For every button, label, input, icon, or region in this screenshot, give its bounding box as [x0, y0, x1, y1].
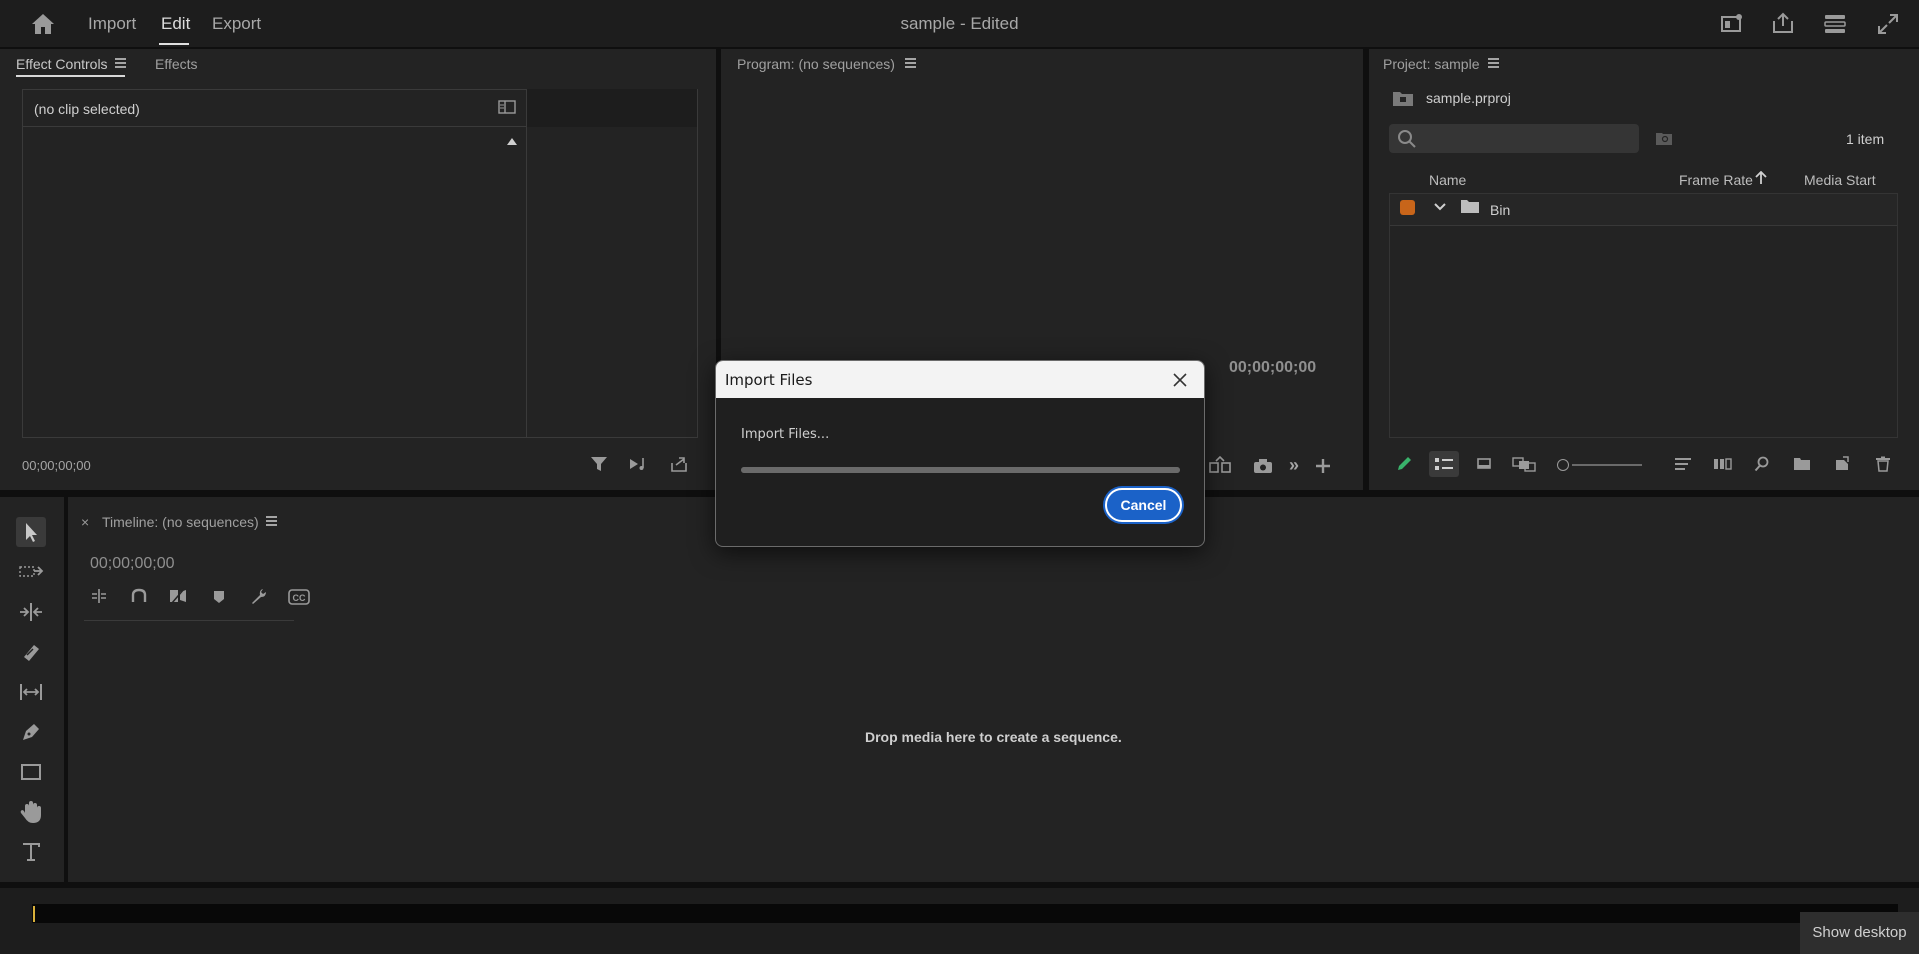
- effect-controls-timecode[interactable]: 00;00;00;00: [22, 458, 91, 473]
- zoom-slider-handle[interactable]: [1557, 459, 1569, 471]
- insert-nest-icon[interactable]: [90, 587, 108, 605]
- timeline-label: Timeline: (no sequences): [102, 514, 259, 530]
- effect-controls-menu-icon[interactable]: [115, 58, 126, 70]
- project-panel-label: Project: sample: [1383, 56, 1480, 72]
- playhead-marker[interactable]: [33, 906, 35, 922]
- svg-text:CC: CC: [293, 593, 306, 603]
- tab-effects[interactable]: Effects: [155, 56, 198, 72]
- import-files-dialog: Import Files Import Files... Cancel: [715, 360, 1205, 547]
- camera-icon[interactable]: [1253, 458, 1273, 474]
- progress-queue-icon[interactable]: [1823, 12, 1847, 36]
- bin-name[interactable]: Bin: [1490, 202, 1510, 218]
- import-progress-fill: [741, 467, 1180, 473]
- selection-tool[interactable]: [16, 517, 46, 547]
- list-view-icon: [1434, 456, 1454, 472]
- freeform-view-icon[interactable]: [1512, 456, 1536, 472]
- razor-tool[interactable]: [16, 637, 46, 667]
- toggle-timeline-view-icon[interactable]: [498, 100, 516, 114]
- top-menu-bar: Import Edit Export sample - Edited: [0, 0, 1919, 47]
- share-icon[interactable]: [1771, 11, 1795, 35]
- fullscreen-icon[interactable]: [1876, 12, 1900, 36]
- project-menu-icon[interactable]: [1488, 58, 1499, 70]
- timeline-scrollbar[interactable]: [32, 904, 1898, 923]
- sort-ascending-icon[interactable]: [1755, 171, 1767, 185]
- tab-effect-controls[interactable]: Effect Controls: [16, 56, 108, 72]
- program-monitor-label: Program: (no sequences): [737, 56, 895, 72]
- column-header-media-start[interactable]: Media Start: [1804, 172, 1876, 188]
- find-icon[interactable]: [1754, 456, 1770, 472]
- active-tab-underline: [16, 75, 125, 77]
- new-bin-icon[interactable]: [1793, 457, 1811, 471]
- program-timecode[interactable]: 00;00;00;00: [1229, 359, 1316, 377]
- dialog-title: Import Files: [725, 371, 813, 389]
- find-bin-icon[interactable]: [1655, 130, 1673, 146]
- project-items-list: [1389, 193, 1898, 438]
- column-header-frame-rate[interactable]: Frame Rate: [1679, 172, 1753, 188]
- new-item-icon[interactable]: [1834, 456, 1850, 472]
- column-header-name[interactable]: Name: [1429, 172, 1466, 188]
- workspaces-icon[interactable]: [1720, 12, 1744, 36]
- effect-controls-area: [22, 89, 698, 438]
- linked-selection-icon[interactable]: [168, 587, 188, 605]
- rectangle-tool[interactable]: [16, 757, 46, 787]
- type-tool[interactable]: [16, 837, 46, 867]
- chevron-down-icon[interactable]: [1434, 203, 1446, 211]
- show-desktop-tooltip: Show desktop: [1800, 912, 1919, 954]
- folder-icon: [1460, 199, 1480, 214]
- add-marker-icon[interactable]: [212, 589, 226, 605]
- timeline-menu-icon[interactable]: [266, 516, 277, 528]
- search-icon: [1397, 129, 1416, 148]
- program-menu-icon[interactable]: [905, 58, 916, 70]
- wrench-icon[interactable]: [249, 587, 269, 605]
- timeline-panel: [68, 497, 1919, 882]
- icon-view-icon[interactable]: [1476, 456, 1492, 472]
- sort-icons-icon[interactable]: [1674, 457, 1692, 471]
- active-tab-indicator: [159, 43, 189, 45]
- timeline-timecode[interactable]: 00;00;00;00: [90, 555, 175, 573]
- more-buttons-icon[interactable]: »: [1289, 455, 1299, 476]
- no-clip-label: (no clip selected): [34, 101, 140, 117]
- close-icon[interactable]: [1170, 370, 1190, 390]
- panel-divider[interactable]: [526, 89, 527, 438]
- snap-magnet-icon[interactable]: [130, 587, 148, 605]
- track-select-tool[interactable]: [16, 557, 46, 587]
- import-progress-bar: [741, 467, 1180, 473]
- pen-tool[interactable]: [16, 717, 46, 747]
- project-file-icon: [1392, 89, 1414, 107]
- timeline-header-divider: [84, 620, 294, 621]
- trash-icon[interactable]: [1875, 456, 1891, 472]
- zoom-slider-track[interactable]: [1572, 464, 1642, 466]
- hand-tool[interactable]: [16, 797, 46, 827]
- project-search-input[interactable]: [1389, 124, 1639, 153]
- add-button-icon[interactable]: [1315, 458, 1331, 474]
- pencil-icon[interactable]: [1395, 455, 1413, 473]
- dialog-message: Import Files...: [741, 427, 830, 442]
- item-count: 1 item: [1846, 131, 1885, 147]
- export-clip-icon[interactable]: [670, 455, 688, 473]
- close-timeline-icon[interactable]: ×: [81, 514, 89, 530]
- automate-to-sequence-icon[interactable]: [1713, 457, 1733, 471]
- document-title: sample - Edited: [900, 14, 1019, 33]
- slip-tool[interactable]: [16, 677, 46, 707]
- filter-icon[interactable]: [590, 455, 608, 473]
- bin-color-label[interactable]: [1400, 200, 1415, 215]
- collapse-triangle-icon[interactable]: [507, 137, 517, 145]
- effect-controls-timeline-header: [527, 89, 697, 127]
- drop-media-hint: Drop media here to create a sequence.: [865, 729, 1122, 745]
- cancel-button[interactable]: Cancel: [1105, 488, 1182, 522]
- play-audio-icon[interactable]: [629, 456, 649, 472]
- captions-icon[interactable]: CC: [288, 589, 310, 605]
- project-file-name: sample.prproj: [1426, 90, 1511, 106]
- ripple-edit-tool[interactable]: [16, 597, 46, 627]
- export-frame-icon[interactable]: [1208, 456, 1234, 474]
